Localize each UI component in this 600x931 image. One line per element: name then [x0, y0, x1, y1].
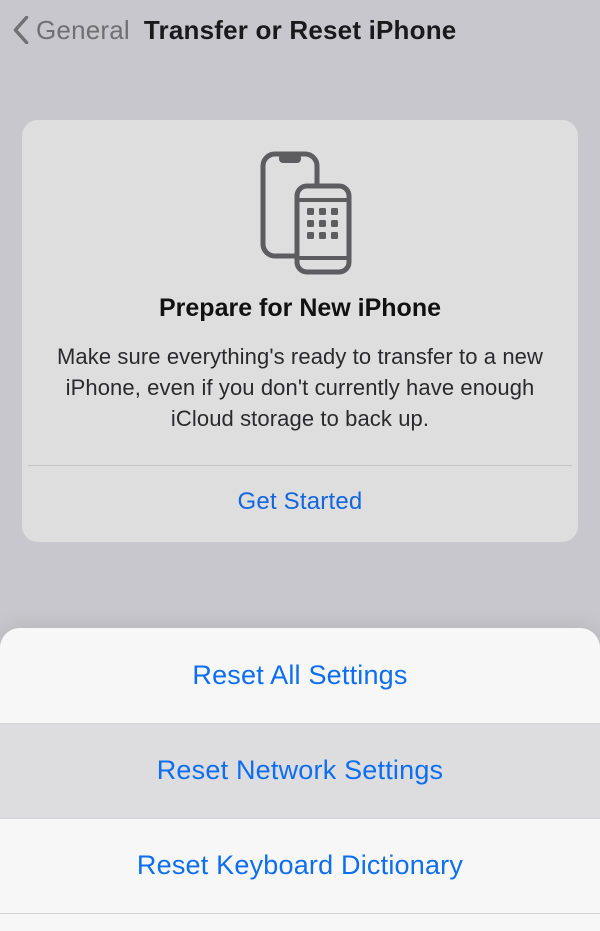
sheet-option-reset-keyboard-dictionary[interactable]: Reset Keyboard Dictionary — [0, 818, 600, 913]
sheet-next-row-peek — [0, 913, 600, 931]
reset-action-sheet: Reset All Settings Reset Network Setting… — [0, 628, 600, 931]
card-title: Prepare for New iPhone — [159, 294, 441, 323]
prepare-card: Prepare for New iPhone Make sure everyth… — [22, 120, 578, 542]
card-content: Prepare for New iPhone Make sure everyth… — [22, 120, 578, 465]
page-title: Transfer or Reset iPhone — [144, 15, 457, 46]
chevron-left-icon[interactable] — [8, 17, 34, 43]
card-body-text: Make sure everything's ready to transfer… — [46, 341, 554, 435]
sheet-option-reset-network-settings[interactable]: Reset Network Settings — [0, 723, 600, 818]
nav-back-label[interactable]: General — [36, 15, 130, 46]
two-phones-icon — [241, 148, 359, 276]
sheet-option-reset-all-settings[interactable]: Reset All Settings — [0, 628, 600, 723]
get-started-button[interactable]: Get Started — [22, 466, 578, 542]
nav-bar: General Transfer or Reset iPhone — [0, 0, 600, 60]
